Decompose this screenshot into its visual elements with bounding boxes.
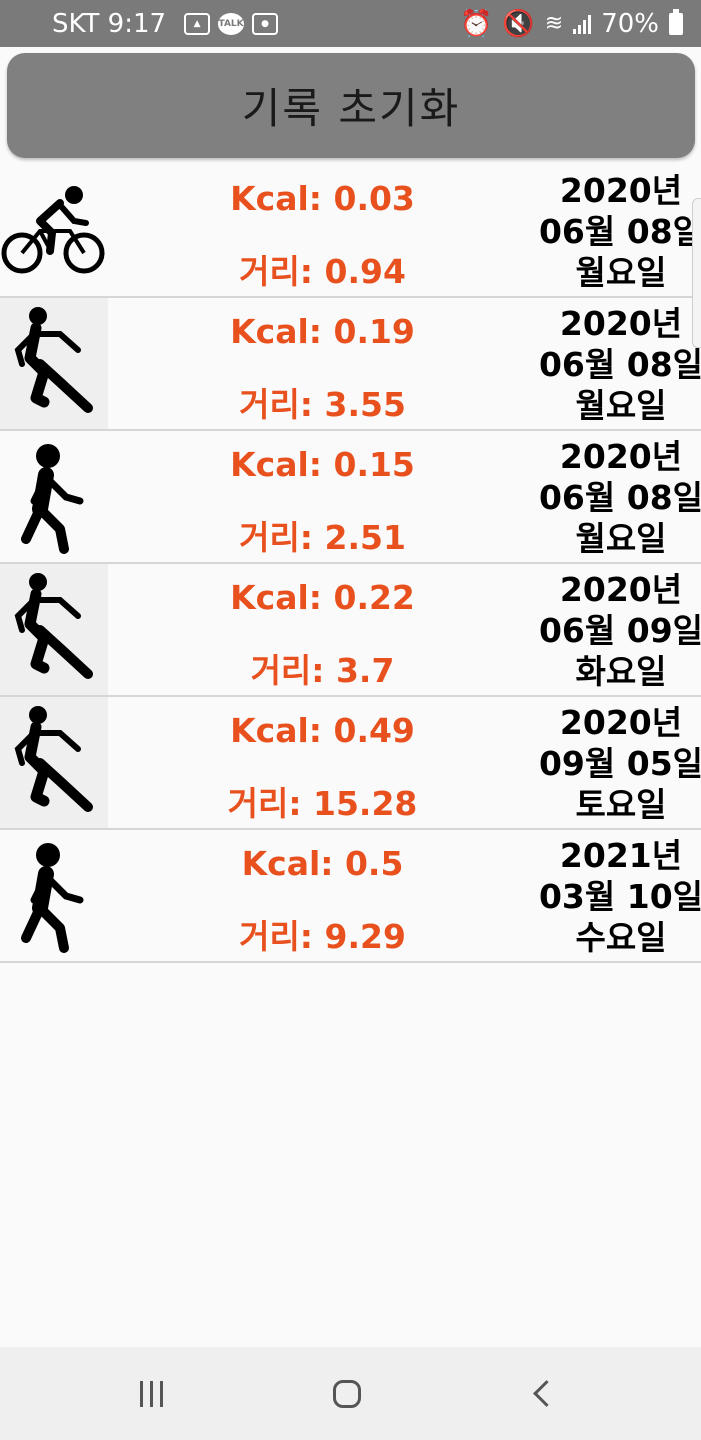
kcal-value: Kcal: 0.03 (230, 179, 415, 218)
recent-apps-button[interactable] (91, 1347, 211, 1440)
walking-icon (0, 830, 108, 961)
record-date-year: 2020년 (559, 304, 683, 343)
navigation-bar (0, 1347, 701, 1440)
record-date-year: 2021년 (559, 836, 683, 875)
record-date-day: 03월 10일 (538, 877, 701, 916)
record-date: 2020년 06월 09일 화요일 (536, 569, 701, 692)
home-button[interactable] (287, 1347, 407, 1440)
record-date-day: 09월 05일 (538, 744, 701, 783)
record-weekday: 토요일 (575, 785, 667, 824)
kcal-value: Kcal: 0.49 (230, 711, 415, 750)
record-weekday: 월요일 (575, 519, 667, 558)
record-date-day: 06월 08일 (538, 212, 701, 251)
record-date: 2020년 06월 08일 월요일 (536, 436, 701, 559)
status-left: SKT 9:17 ▲ TALK ● (52, 8, 279, 39)
distance-value: 거리: 15.28 (227, 784, 418, 823)
record-row[interactable]: Kcal: 0.5 거리: 9.29 2021년 03월 10일 수요일 (0, 830, 701, 963)
signal-icon (573, 14, 592, 34)
battery-percent: 70% (601, 8, 659, 39)
record-date: 2020년 09월 05일 토요일 (536, 702, 701, 825)
record-date-year: 2020년 (559, 703, 683, 742)
record-weekday: 화요일 (575, 652, 667, 691)
back-icon (532, 1380, 560, 1407)
status-bar: SKT 9:17 ▲ TALK ● ⏰ 🔇 ≋ 70% (0, 0, 701, 47)
record-row[interactable]: Kcal: 0.49 거리: 15.28 2020년 09월 05일 토요일 (0, 697, 701, 830)
distance-value: 거리: 3.55 (239, 385, 406, 424)
record-date-year: 2020년 (559, 171, 683, 210)
running-icon (0, 697, 108, 828)
distance-value: 거리: 0.94 (239, 252, 406, 291)
gallery-icon: ▲ (184, 12, 211, 35)
record-row[interactable]: Kcal: 0.15 거리: 2.51 2020년 06월 08일 월요일 (0, 431, 701, 564)
kcal-value: Kcal: 0.22 (230, 578, 415, 617)
walking-icon (0, 431, 108, 562)
status-right: ⏰ 🔇 ≋ 70% (460, 8, 683, 39)
recent-apps-icon (139, 1380, 163, 1407)
back-button[interactable] (482, 1347, 602, 1440)
record-list: Kcal: 0.03 거리: 0.94 2020년 06월 08일 월요일 Kcal: 0… (0, 165, 701, 963)
record-date: 2020년 06월 08일 월요일 (536, 170, 701, 293)
record-row[interactable]: Kcal: 0.03 거리: 0.94 2020년 06월 08일 월요일 (0, 165, 701, 298)
notification-icons: ▲ TALK ● (184, 12, 279, 35)
battery-icon (669, 8, 683, 35)
record-date-day: 06월 09일 (538, 611, 701, 650)
kakaotalk-icon: TALK (218, 12, 245, 35)
record-date-year: 2020년 (559, 570, 683, 609)
record-date: 2021년 03월 10일 수요일 (536, 835, 701, 958)
record-weekday: 월요일 (575, 386, 667, 425)
record-date-year: 2020년 (559, 437, 683, 476)
record-row[interactable]: Kcal: 0.22 거리: 3.7 2020년 06월 09일 화요일 (0, 564, 701, 697)
record-date-day: 06월 08일 (538, 345, 701, 384)
kcal-value: Kcal: 0.5 (241, 844, 404, 883)
record-row[interactable]: Kcal: 0.19 거리: 3.55 2020년 06월 08일 월요일 (0, 298, 701, 431)
record-weekday: 월요일 (575, 253, 667, 292)
kcal-value: Kcal: 0.15 (230, 445, 415, 484)
kcal-value: Kcal: 0.19 (230, 312, 415, 351)
home-icon (333, 1379, 361, 1408)
running-icon (0, 298, 108, 429)
mute-icon: 🔇 (502, 8, 535, 39)
running-icon (0, 564, 108, 695)
record-weekday: 수요일 (575, 918, 667, 957)
cycling-icon (0, 165, 108, 296)
wifi-icon: ≋ (544, 11, 564, 36)
scroll-indicator[interactable] (692, 198, 701, 348)
alarm-icon: ⏰ (460, 8, 493, 39)
distance-value: 거리: 3.7 (250, 651, 395, 690)
record-date-day: 06월 08일 (538, 478, 701, 517)
record-date: 2020년 06월 08일 월요일 (536, 303, 701, 426)
reset-records-button[interactable]: 기록 초기화 (7, 53, 695, 158)
screen-record-icon: ● (252, 12, 279, 35)
carrier-time: SKT 9:17 (52, 8, 167, 39)
distance-value: 거리: 2.51 (239, 518, 406, 557)
distance-value: 거리: 9.29 (239, 917, 406, 956)
